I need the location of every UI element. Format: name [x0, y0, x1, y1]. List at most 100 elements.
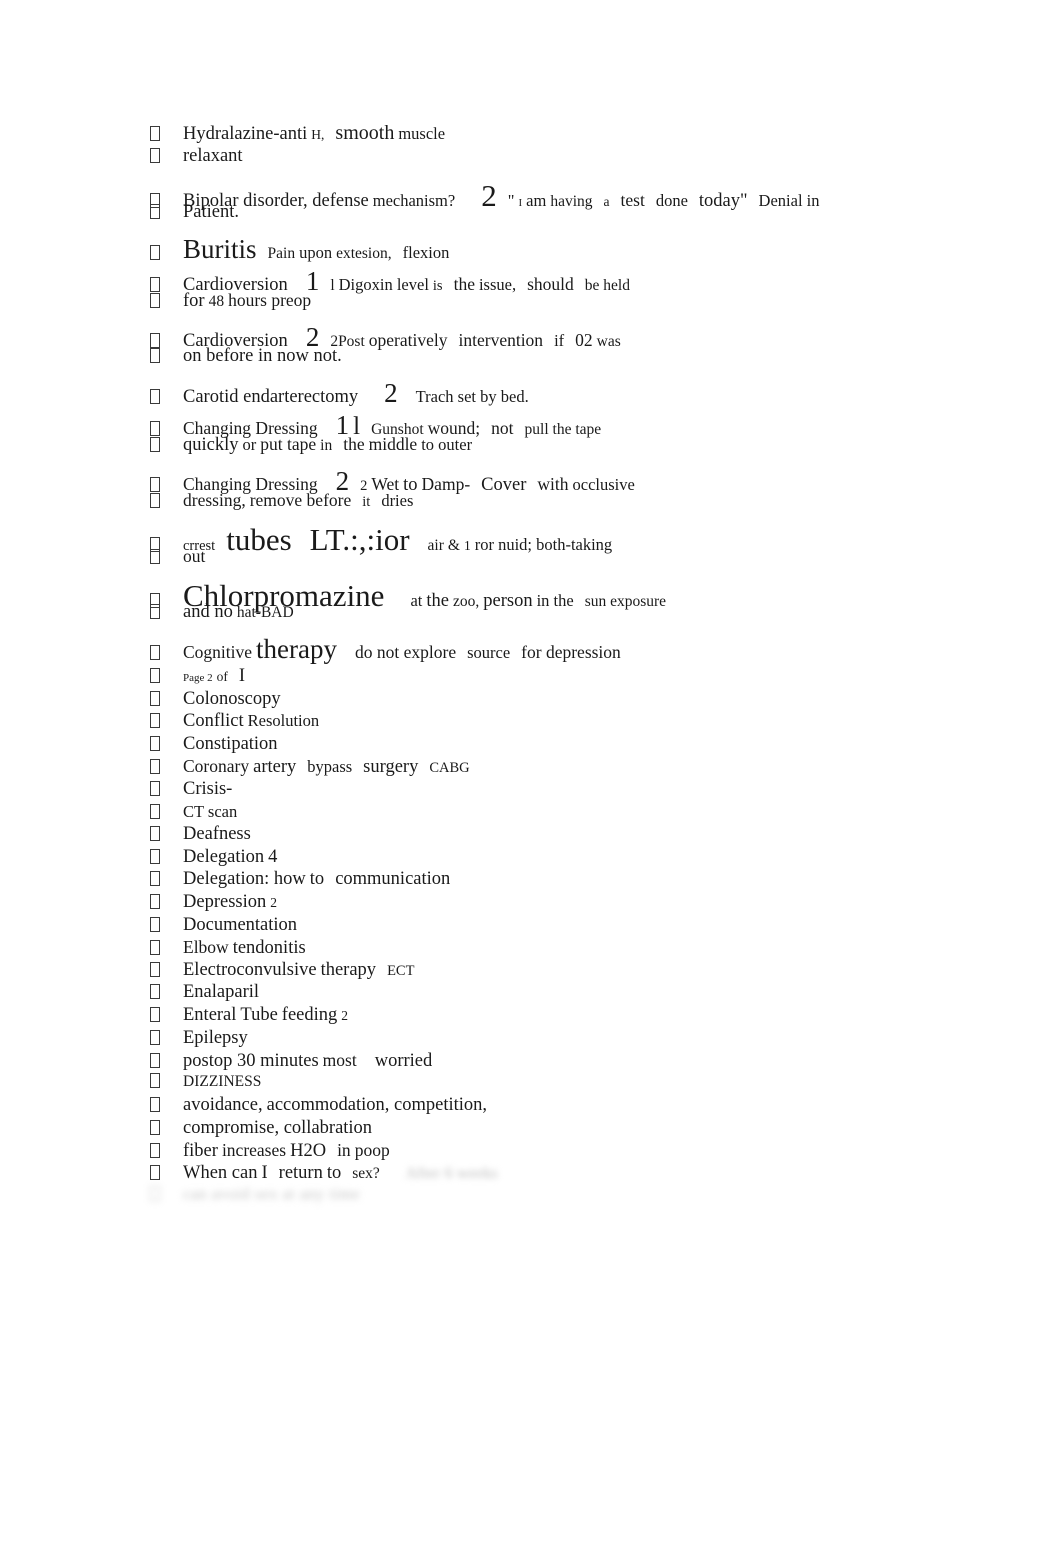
text-run: zoo,: [452, 593, 480, 610]
text-run: the: [453, 274, 475, 294]
list-line: Colonoscopy: [150, 689, 1010, 712]
list-line: Deafness: [150, 824, 1010, 847]
text-run: Resolution: [247, 711, 320, 731]
text-run: sex?: [352, 1165, 380, 1183]
illegible-bullet-icon: [150, 1185, 183, 1203]
list-item: Epilepsy: [150, 1028, 1010, 1051]
text-run: to: [309, 869, 325, 890]
missing-glyph-bullet-icon: [150, 348, 183, 365]
list-item: Documentation: [150, 915, 1010, 938]
text-run: 4: [268, 846, 278, 867]
list-line: Changing Dressing 2 2 Wet to Damp- Cover with oc…: [150, 466, 1010, 496]
text-run: Electroconvulsive: [183, 959, 317, 980]
list-line: avoidance, accommodation, competition,: [150, 1095, 1010, 1118]
text-run: 2: [270, 894, 277, 910]
list-item: Cardioversion 1 l Digoxin level is the issue, s…: [150, 266, 1010, 314]
list-line: Cognitive therapy do not explore source for …: [150, 634, 1010, 664]
text-run: for: [183, 291, 205, 311]
list-item: Changing Dressing 1 l Gunshot wound; not pull …: [150, 410, 1010, 458]
list-item: Chlorpromazine at the zoo, person in the sun e…: [150, 578, 1010, 626]
text-run: bypass: [307, 757, 353, 777]
missing-glyph-bullet-icon: [150, 1165, 183, 1182]
list-item: postop 30 minutes most worried: [150, 1050, 1010, 1073]
list-line: Depression 2: [150, 892, 1010, 915]
text-run: occlusive: [572, 475, 635, 494]
text-run: be held: [584, 277, 630, 294]
list-item-text: Conflict Resolution: [183, 711, 323, 732]
text-run: in: [320, 437, 333, 454]
missing-glyph-bullet-icon: [150, 549, 183, 566]
list-item: Delegation: how to communication: [150, 869, 1010, 892]
text-run: Coronary: [183, 756, 250, 777]
illegible-final-line: can avoid sex at any time: [150, 1185, 1010, 1210]
missing-glyph-bullet-icon: [150, 984, 183, 1001]
missing-glyph-bullet-icon: [150, 826, 183, 843]
document-page: Hydralazine-anti H, smooth muscle relaxant Bi…: [0, 0, 1062, 1561]
missing-glyph-bullet-icon: [150, 848, 183, 866]
text-run: ": [507, 191, 515, 210]
list-line: crrest tubes LT.:,:ior air & 1 ror nuid; both-…: [150, 522, 1010, 557]
list-item: When can Ireturn to sex? After 6 weeks: [150, 1163, 1010, 1186]
list-line: Delegation 4: [150, 847, 1010, 870]
missing-glyph-bullet-icon: [150, 713, 183, 730]
missing-glyph-bullet-icon: [150, 780, 183, 798]
text-run: of: [216, 669, 228, 684]
text-run: CT scan: [183, 801, 238, 821]
text-run: Constipation: [183, 733, 278, 754]
list-item-text: crrest tubes LT.:,:ior air & 1 ror nuid; both-…: [183, 522, 616, 558]
list-item: Conflict Resolution: [150, 711, 1010, 734]
missing-glyph-bullet-icon: [150, 1006, 183, 1024]
list-item-text: Page 2 of I: [183, 666, 249, 687]
list-item: Elbow tendonitis: [150, 937, 1010, 960]
text-run: Crisis-: [183, 778, 233, 799]
text-run: the: [343, 434, 365, 454]
text-run: Epilepsy: [183, 1027, 248, 1048]
text-run: upon: [299, 243, 333, 262]
list-item-text: Documentation: [183, 915, 301, 936]
bullet-list: Hydralazine-anti H, smooth muscle relaxant Bi…: [150, 122, 1010, 1210]
list-item-text: compromise, collabration: [183, 1118, 376, 1139]
missing-glyph-bullet-icon: [150, 893, 183, 911]
list-item-text: Buritis Pain upon extesion, flexion: [183, 234, 460, 265]
text-run: not: [491, 418, 514, 438]
list-item-text: Carotid endarterectomy 2 Trach set by bed.: [183, 378, 533, 409]
list-item: Deafness: [150, 824, 1010, 847]
text-run: the: [426, 591, 449, 611]
text-run: smooth: [335, 122, 395, 144]
list-item-text: Bipolar disorder, defense mechanism? 2 " Iam…: [183, 178, 824, 214]
text-run: hours preop: [228, 290, 312, 310]
text-run: surgery: [363, 757, 419, 778]
text-run: muscle: [398, 124, 446, 143]
text-run: feeding: [281, 1004, 338, 1025]
text-run: person: [483, 591, 533, 611]
text-run: in the: [536, 591, 574, 610]
list-item-text: Epilepsy: [183, 1028, 252, 1049]
text-run: quickly: [183, 435, 239, 455]
text-run: a: [603, 194, 610, 209]
text-run: mechanism?: [372, 191, 456, 210]
list-line: DIZZINESS: [150, 1072, 1010, 1096]
missing-glyph-bullet-icon: [150, 389, 183, 406]
text-run: Pain: [267, 245, 296, 262]
list-line: relaxant: [150, 146, 1010, 170]
text-run: Carotid endarterectomy: [183, 387, 359, 407]
list-item: Electroconvulsive therapy ECT: [150, 960, 1010, 983]
missing-glyph-bullet-icon: [150, 803, 183, 821]
text-run: Depression: [183, 891, 267, 912]
text-run: avoidance,: [183, 1095, 263, 1116]
text-run: tubes: [226, 522, 292, 557]
text-run: pull the tape: [524, 421, 602, 438]
text-run: or: [242, 435, 257, 454]
text-run: poop: [354, 1140, 390, 1161]
text-run: Denial in: [758, 191, 820, 210]
list-line: Delegation: how to communication: [150, 869, 1010, 892]
text-run: l: [330, 277, 335, 294]
list-line: fiber increases H2O in poop: [150, 1140, 1010, 1163]
text-run: with: [537, 474, 569, 494]
list-line: Hydralazine-anti H, smooth muscle: [150, 122, 1010, 146]
text-run: increases: [221, 1140, 287, 1161]
text-run: Hydralazine-anti: [183, 124, 308, 144]
text-run: 1: [463, 538, 471, 553]
list-line: Cardioversion 2 2Post operatively interventi…: [150, 322, 1010, 352]
text-run: and no: [183, 602, 233, 622]
